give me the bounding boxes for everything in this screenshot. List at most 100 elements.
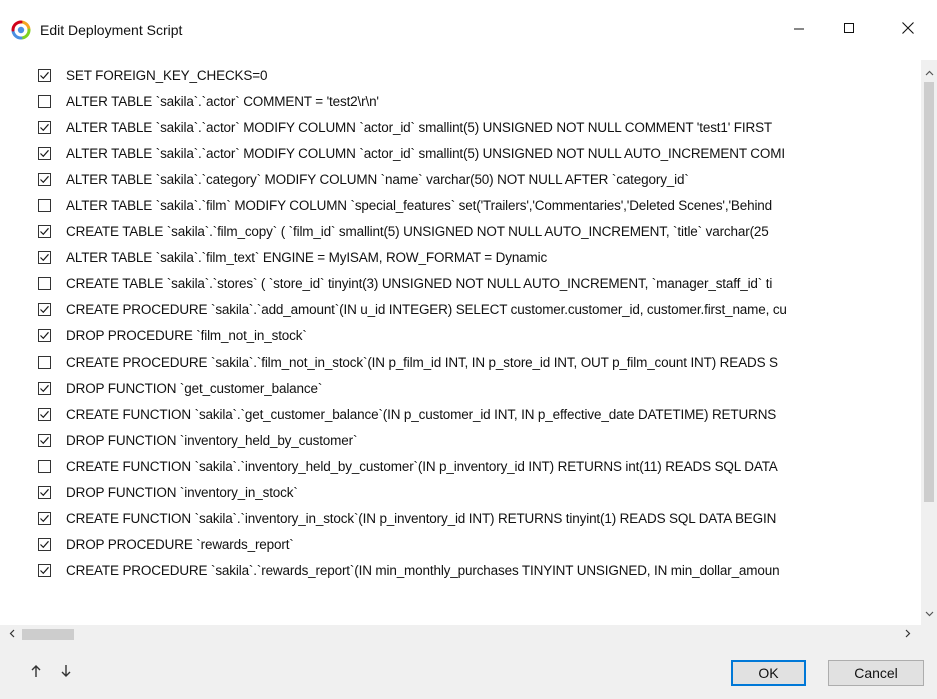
statement-text: CREATE PROCEDURE `sakila`.`rewards_repor… — [66, 563, 780, 579]
vertical-scroll-thumb[interactable] — [924, 82, 934, 502]
horizontal-scroll-thumb[interactable] — [22, 629, 74, 640]
statement-list[interactable]: SET FOREIGN_KEY_CHECKS=0 ALTER TABLE `sak… — [24, 60, 937, 625]
checkmark-icon — [40, 175, 49, 184]
statement-checkbox[interactable] — [38, 459, 51, 473]
cancel-button[interactable]: Cancel — [828, 660, 924, 686]
statement-checkbox[interactable] — [38, 68, 51, 82]
statement-text: ALTER TABLE `sakila`.`film` MODIFY COLUM… — [66, 198, 773, 214]
window-title: Edit Deployment Script — [40, 22, 183, 38]
statement-row[interactable]: CREATE TABLE `sakila`.`film_copy` ( `fil… — [24, 219, 920, 245]
statement-row[interactable]: ALTER TABLE `sakila`.`actor` MODIFY COLU… — [24, 140, 920, 166]
statement-checkbox[interactable] — [38, 433, 51, 447]
statement-row[interactable]: DROP FUNCTION `get_customer_balance` — [24, 375, 920, 401]
statement-text: SET FOREIGN_KEY_CHECKS=0 — [66, 67, 268, 83]
statement-row[interactable]: ALTER TABLE `sakila`.`film` MODIFY COLUM… — [24, 192, 920, 218]
checkmark-icon — [40, 436, 49, 445]
statement-checkbox[interactable] — [38, 355, 51, 369]
statement-checkbox[interactable] — [38, 407, 51, 421]
statement-checkbox[interactable] — [38, 199, 51, 213]
checkmark-icon — [40, 254, 49, 262]
statement-text: CREATE PROCEDURE `sakila`.`add_amount`(I… — [66, 302, 787, 318]
statement-text: DROP PROCEDURE `film_not_in_stock` — [66, 328, 307, 344]
minimize-icon — [793, 21, 805, 39]
statement-text: ALTER TABLE `sakila`.`actor` MODIFY COLU… — [66, 145, 785, 161]
statement-row[interactable]: SET FOREIGN_KEY_CHECKS=0 — [24, 62, 920, 88]
statement-row[interactable]: CREATE FUNCTION `sakila`.`get_customer_b… — [24, 401, 920, 427]
app-logo-icon — [10, 19, 32, 41]
close-button[interactable] — [885, 12, 931, 48]
minimize-button[interactable] — [776, 12, 822, 48]
statement-checkbox[interactable] — [38, 251, 51, 265]
statement-row[interactable]: CREATE PROCEDURE `sakila`.`rewards_repor… — [24, 558, 920, 584]
statement-row[interactable]: DROP PROCEDURE `rewards_report` — [24, 532, 920, 558]
checkmark-icon — [40, 332, 49, 340]
statement-text: DROP FUNCTION `inventory_held_by_custome… — [66, 432, 358, 448]
statement-checkbox[interactable] — [38, 303, 51, 317]
statement-checkbox[interactable] — [38, 146, 51, 160]
statement-text: ALTER TABLE `sakila`.`film_text` ENGINE … — [66, 250, 548, 266]
move-down-button[interactable] — [56, 663, 76, 683]
vertical-scrollbar[interactable] — [921, 60, 937, 625]
statement-row[interactable]: ALTER TABLE `sakila`.`actor` MODIFY COLU… — [24, 114, 920, 140]
statement-text: CREATE FUNCTION `sakila`.`inventory_in_s… — [66, 511, 777, 527]
checkmark-icon — [40, 488, 49, 497]
title-bar: Edit Deployment Script — [0, 0, 937, 60]
ok-button[interactable]: OK — [731, 660, 806, 686]
statement-checkbox[interactable] — [38, 277, 51, 291]
arrow-down-icon — [60, 664, 72, 683]
move-up-button[interactable] — [26, 663, 46, 683]
statement-text: ALTER TABLE `sakila`.`category` MODIFY C… — [66, 171, 689, 187]
statement-checkbox[interactable] — [38, 381, 51, 395]
statement-row[interactable]: DROP FUNCTION `inventory_in_stock` — [24, 480, 920, 506]
chevron-down-icon — [925, 604, 934, 622]
statement-text: DROP PROCEDURE `rewards_report` — [66, 537, 294, 553]
scrollbar-corner — [921, 625, 937, 643]
statement-text: ALTER TABLE `sakila`.`actor` COMMENT = '… — [66, 93, 379, 109]
statement-text: CREATE TABLE `sakila`.`film_copy` ( `fil… — [66, 224, 769, 240]
checkmark-icon — [40, 123, 49, 131]
statement-row[interactable]: DROP PROCEDURE `film_not_in_stock` — [24, 323, 920, 349]
scroll-left-button[interactable] — [4, 626, 20, 642]
statement-row[interactable]: DROP FUNCTION `inventory_held_by_custome… — [24, 427, 920, 453]
statement-row[interactable]: ALTER TABLE `sakila`.`category` MODIFY C… — [24, 166, 920, 192]
statement-checkbox[interactable] — [38, 512, 51, 526]
statement-checkbox[interactable] — [38, 120, 51, 134]
statement-checkbox[interactable] — [38, 329, 51, 343]
statement-text: ALTER TABLE `sakila`.`actor` MODIFY COLU… — [66, 119, 773, 135]
checkmark-icon — [40, 567, 49, 575]
checkmark-icon — [40, 149, 49, 158]
statement-checkbox[interactable] — [38, 172, 51, 186]
statement-row[interactable]: CREATE TABLE `sakila`.`stores` ( `store_… — [24, 271, 920, 297]
maximize-icon — [843, 21, 855, 39]
scroll-right-button[interactable] — [900, 626, 916, 642]
checkmark-icon — [40, 306, 49, 314]
chevron-right-icon — [905, 625, 911, 643]
checkmark-icon — [40, 71, 49, 79]
statement-checkbox[interactable] — [38, 564, 51, 578]
statement-rows: SET FOREIGN_KEY_CHECKS=0 ALTER TABLE `sak… — [24, 62, 920, 584]
statement-row[interactable]: ALTER TABLE `sakila`.`actor` COMMENT = '… — [24, 88, 920, 114]
statement-checkbox[interactable] — [38, 225, 51, 239]
statement-row[interactable]: CREATE FUNCTION `sakila`.`inventory_held… — [24, 453, 920, 479]
statement-row[interactable]: ALTER TABLE `sakila`.`film_text` ENGINE … — [24, 245, 920, 271]
statement-row[interactable]: CREATE PROCEDURE `sakila`.`add_amount`(I… — [24, 297, 920, 323]
statement-row[interactable]: CREATE FUNCTION `sakila`.`inventory_in_s… — [24, 506, 920, 532]
checkmark-icon — [40, 515, 49, 523]
statement-checkbox[interactable] — [38, 486, 51, 500]
checkmark-icon — [40, 228, 49, 236]
horizontal-scrollbar[interactable] — [0, 625, 921, 643]
scroll-up-button[interactable] — [921, 64, 937, 80]
maximize-button[interactable] — [826, 12, 872, 48]
statement-text: DROP FUNCTION `inventory_in_stock` — [66, 485, 298, 501]
statement-row[interactable]: CREATE PROCEDURE `sakila`.`film_not_in_s… — [24, 349, 920, 375]
statement-checkbox[interactable] — [38, 538, 51, 552]
statement-text: CREATE FUNCTION `sakila`.`inventory_held… — [66, 458, 778, 474]
statement-text: DROP FUNCTION `get_customer_balance` — [66, 380, 323, 396]
dialog-footer: OK Cancel — [0, 643, 937, 699]
arrow-up-icon — [30, 664, 42, 683]
close-icon — [901, 21, 915, 40]
scroll-down-button[interactable] — [921, 605, 937, 621]
chevron-left-icon — [9, 625, 15, 643]
chevron-up-icon — [925, 63, 934, 81]
statement-checkbox[interactable] — [38, 94, 51, 108]
